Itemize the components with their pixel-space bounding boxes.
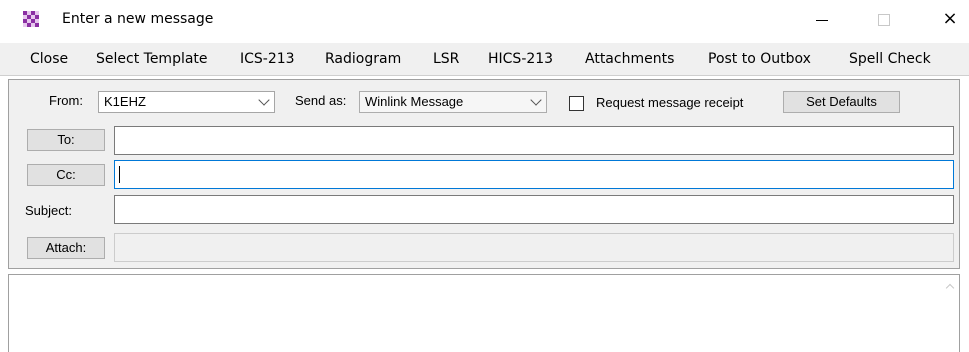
menu-close[interactable]: Close (30, 51, 68, 67)
subject-label: Subject: (25, 203, 72, 218)
attach-field (114, 233, 954, 262)
request-receipt-checkbox[interactable] (569, 96, 584, 111)
minimize-icon[interactable] (802, 6, 842, 32)
menu-lsr[interactable]: LSR (433, 51, 459, 67)
send-as-label: Send as: (295, 93, 347, 108)
menu-bar: Close Select Template ICS-213 Radiogram … (0, 43, 969, 76)
from-label: From: (49, 93, 83, 108)
title-bar: Enter a new message × (0, 0, 969, 40)
chevron-down-icon (530, 94, 542, 106)
from-select[interactable]: K1EHZ (98, 91, 275, 113)
menu-hics-213[interactable]: HICS-213 (488, 51, 553, 67)
send-as-select[interactable]: Winlink Message (359, 91, 547, 113)
menu-radiogram[interactable]: Radiogram (325, 51, 401, 67)
send-as-value: Winlink Message (365, 94, 464, 109)
attach-button[interactable]: Attach: (27, 237, 105, 259)
from-value: K1EHZ (104, 94, 146, 109)
app-icon (23, 11, 39, 27)
text-caret (119, 166, 120, 183)
menu-select-template[interactable]: Select Template (96, 51, 208, 67)
subject-field[interactable] (114, 195, 954, 224)
request-receipt-label[interactable]: Request message receipt (596, 95, 743, 110)
to-button[interactable]: To: (27, 129, 105, 151)
set-defaults-button[interactable]: Set Defaults (783, 91, 900, 113)
menu-attachments[interactable]: Attachments (585, 51, 674, 67)
header-panel: From: K1EHZ Send as: Winlink Message Req… (8, 79, 960, 269)
menu-spell-check[interactable]: Spell Check (849, 51, 931, 67)
window-title: Enter a new message (62, 11, 214, 27)
to-field[interactable] (114, 126, 954, 155)
menu-post-to-outbox[interactable]: Post to Outbox (708, 51, 811, 67)
message-body[interactable] (8, 274, 960, 352)
menu-ics-213[interactable]: ICS-213 (240, 51, 295, 67)
maximize-icon[interactable] (864, 6, 904, 32)
cc-button[interactable]: Cc: (27, 164, 105, 186)
cc-field[interactable] (114, 160, 954, 189)
scroll-up-icon[interactable] (945, 283, 955, 293)
chevron-down-icon (258, 94, 270, 106)
close-window-icon[interactable]: × (930, 6, 969, 32)
